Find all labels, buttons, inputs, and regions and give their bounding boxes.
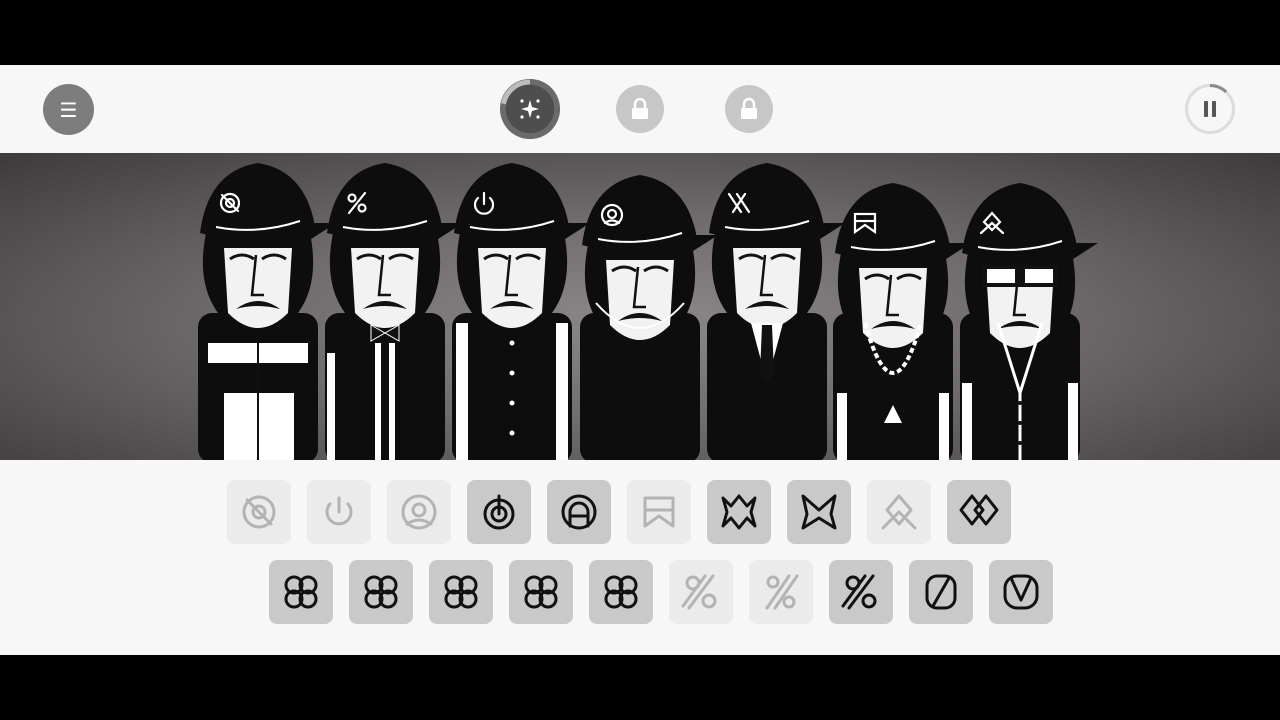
character-7[interactable]	[960, 183, 1098, 460]
sound-button-power[interactable]	[307, 480, 371, 544]
character-stage	[0, 153, 1280, 460]
power-ring-icon	[483, 494, 515, 530]
zero-slash-icon	[925, 574, 957, 610]
locked-bonus-button-2[interactable]	[725, 85, 773, 133]
letterbox-bottom	[0, 655, 1280, 720]
clover-icon	[524, 575, 558, 609]
clover-icon	[284, 575, 318, 609]
bonus-button[interactable]	[500, 79, 560, 139]
character-6[interactable]	[833, 183, 971, 460]
lock-icon	[632, 97, 648, 119]
sound-button-diamond-loop[interactable]	[867, 480, 931, 544]
menu-button[interactable]: ☰	[43, 84, 94, 135]
pause-icon	[1204, 101, 1216, 117]
character-2[interactable]	[325, 163, 463, 460]
at-ring-icon	[401, 494, 437, 530]
lock-icon	[741, 97, 757, 119]
sound-button-arch-ring[interactable]	[547, 480, 611, 544]
character-3[interactable]	[452, 163, 590, 460]
v-zero-icon	[1003, 574, 1039, 610]
percent-icon	[681, 574, 717, 610]
sound-button-clover[interactable]	[269, 560, 333, 624]
hamburger-icon: ☰	[59, 97, 78, 122]
sound-button-clover[interactable]	[589, 560, 653, 624]
sound-button-percent[interactable]	[669, 560, 733, 624]
sparkle-icon	[520, 99, 540, 119]
pause-button[interactable]	[1184, 83, 1236, 135]
sound-button-v-zero[interactable]	[989, 560, 1053, 624]
sound-button-double-diamond[interactable]	[947, 480, 1011, 544]
power-icon	[325, 496, 353, 526]
clover-icon	[444, 575, 478, 609]
character-5[interactable]	[707, 163, 845, 460]
clover-icon	[364, 575, 398, 609]
percent-icon	[841, 574, 877, 610]
double-diamond-icon	[959, 494, 999, 526]
sound-button-clover[interactable]	[429, 560, 493, 624]
target-icon	[242, 495, 276, 529]
sound-button-power-ring[interactable]	[467, 480, 531, 544]
sound-button-star-burst[interactable]	[707, 480, 771, 544]
sound-button-target[interactable]	[227, 480, 291, 544]
sound-button-banner[interactable]	[627, 480, 691, 544]
sound-button-double-slash[interactable]	[749, 560, 813, 624]
sound-button-clover[interactable]	[509, 560, 573, 624]
sound-button-zero-slash[interactable]	[909, 560, 973, 624]
character-4[interactable]	[580, 175, 718, 460]
arch-ring-icon	[561, 494, 597, 530]
sound-button-at-ring[interactable]	[387, 480, 451, 544]
diamond-loop-icon	[881, 494, 917, 530]
sound-button-m-zigzag[interactable]	[787, 480, 851, 544]
banner-icon	[643, 496, 675, 528]
double-slash-icon	[765, 574, 799, 610]
characters-layer	[198, 163, 1098, 460]
m-zigzag-icon	[801, 494, 837, 530]
letterbox-top	[0, 0, 1280, 65]
sound-button-percent[interactable]	[829, 560, 893, 624]
sound-button-clover[interactable]	[349, 560, 413, 624]
character-1[interactable]	[198, 163, 336, 460]
star-burst-icon	[721, 494, 757, 530]
locked-bonus-button-1[interactable]	[616, 85, 664, 133]
clover-icon	[604, 575, 638, 609]
